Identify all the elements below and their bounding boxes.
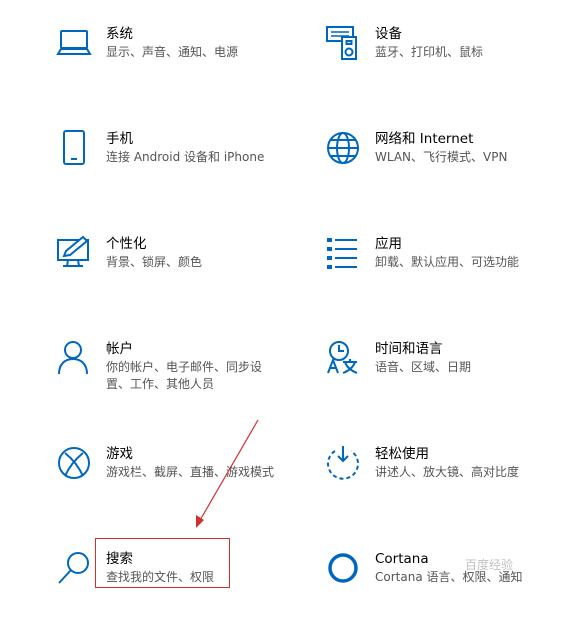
tile-title: 设备 — [375, 26, 402, 42]
ease-of-access-icon — [325, 445, 361, 481]
tile-description: 语音、区域、日期 — [375, 360, 472, 374]
tile-description: WLAN、飞行模式、VPN — [375, 150, 508, 164]
tile-title: 手机 — [106, 131, 133, 147]
tile-accounts[interactable]: 帐户 你的帐户、电子邮件、同步设置、工作、其他人员 — [56, 340, 316, 430]
annotation-highlight-box — [95, 538, 230, 588]
tile-title: 网络和 Internet — [375, 131, 474, 147]
tile-system[interactable]: 系统 显示、声音、通知、电源 — [56, 25, 316, 115]
watermark-text: 百度经验 — [465, 558, 514, 572]
tile-title: 轻松使用 — [375, 446, 429, 462]
tile-time-language[interactable]: 时间和语言 语音、区域、日期 — [325, 340, 585, 430]
laptop-icon — [56, 25, 92, 61]
tile-description: 你的帐户、电子邮件、同步设置、工作、其他人员 — [106, 360, 263, 391]
tile-title: 游戏 — [106, 446, 133, 462]
tile-phone[interactable]: 手机 连接 Android 设备和 iPhone — [56, 130, 316, 220]
tile-description: 讲述人、放大镜、高对比度 — [375, 465, 520, 479]
xbox-icon — [56, 445, 92, 481]
tile-ease-of-access[interactable]: 轻松使用 讲述人、放大镜、高对比度 — [325, 445, 585, 535]
devices-icon — [325, 25, 361, 61]
phone-icon — [56, 130, 92, 166]
cortana-icon — [325, 550, 361, 586]
tile-gaming[interactable]: 游戏 游戏栏、截屏、直播、游戏模式 — [56, 445, 316, 535]
tile-title: 应用 — [375, 236, 402, 252]
globe-icon — [325, 130, 361, 166]
search-icon — [56, 550, 92, 586]
personalization-icon — [56, 235, 92, 271]
tile-title: 时间和语言 — [375, 341, 443, 357]
tile-description: 蓝牙、打印机、鼠标 — [375, 45, 484, 59]
tile-title: Cortana — [375, 551, 429, 567]
person-icon — [56, 340, 92, 376]
tile-description: 显示、声音、通知、电源 — [106, 45, 239, 59]
tile-personalization[interactable]: 个性化 背景、锁屏、颜色 — [56, 235, 316, 325]
time-language-icon — [325, 340, 361, 376]
tile-apps[interactable]: 应用 卸载、默认应用、可选功能 — [325, 235, 585, 325]
tile-description: 游戏栏、截屏、直播、游戏模式 — [106, 465, 275, 479]
tile-description: 连接 Android 设备和 iPhone — [106, 150, 265, 164]
apps-list-icon — [325, 235, 361, 271]
tile-network[interactable]: 网络和 Internet WLAN、飞行模式、VPN — [325, 130, 585, 220]
tile-title: 帐户 — [106, 341, 133, 357]
tile-devices[interactable]: 设备 蓝牙、打印机、鼠标 — [325, 25, 585, 115]
tile-description: 背景、锁屏、颜色 — [106, 255, 203, 269]
tile-description: 卸载、默认应用、可选功能 — [375, 255, 520, 269]
tile-title: 系统 — [106, 26, 133, 42]
tile-cortana[interactable]: Cortana Cortana 语言、权限、通知 — [325, 550, 585, 640]
tile-title: 个性化 — [106, 236, 147, 252]
